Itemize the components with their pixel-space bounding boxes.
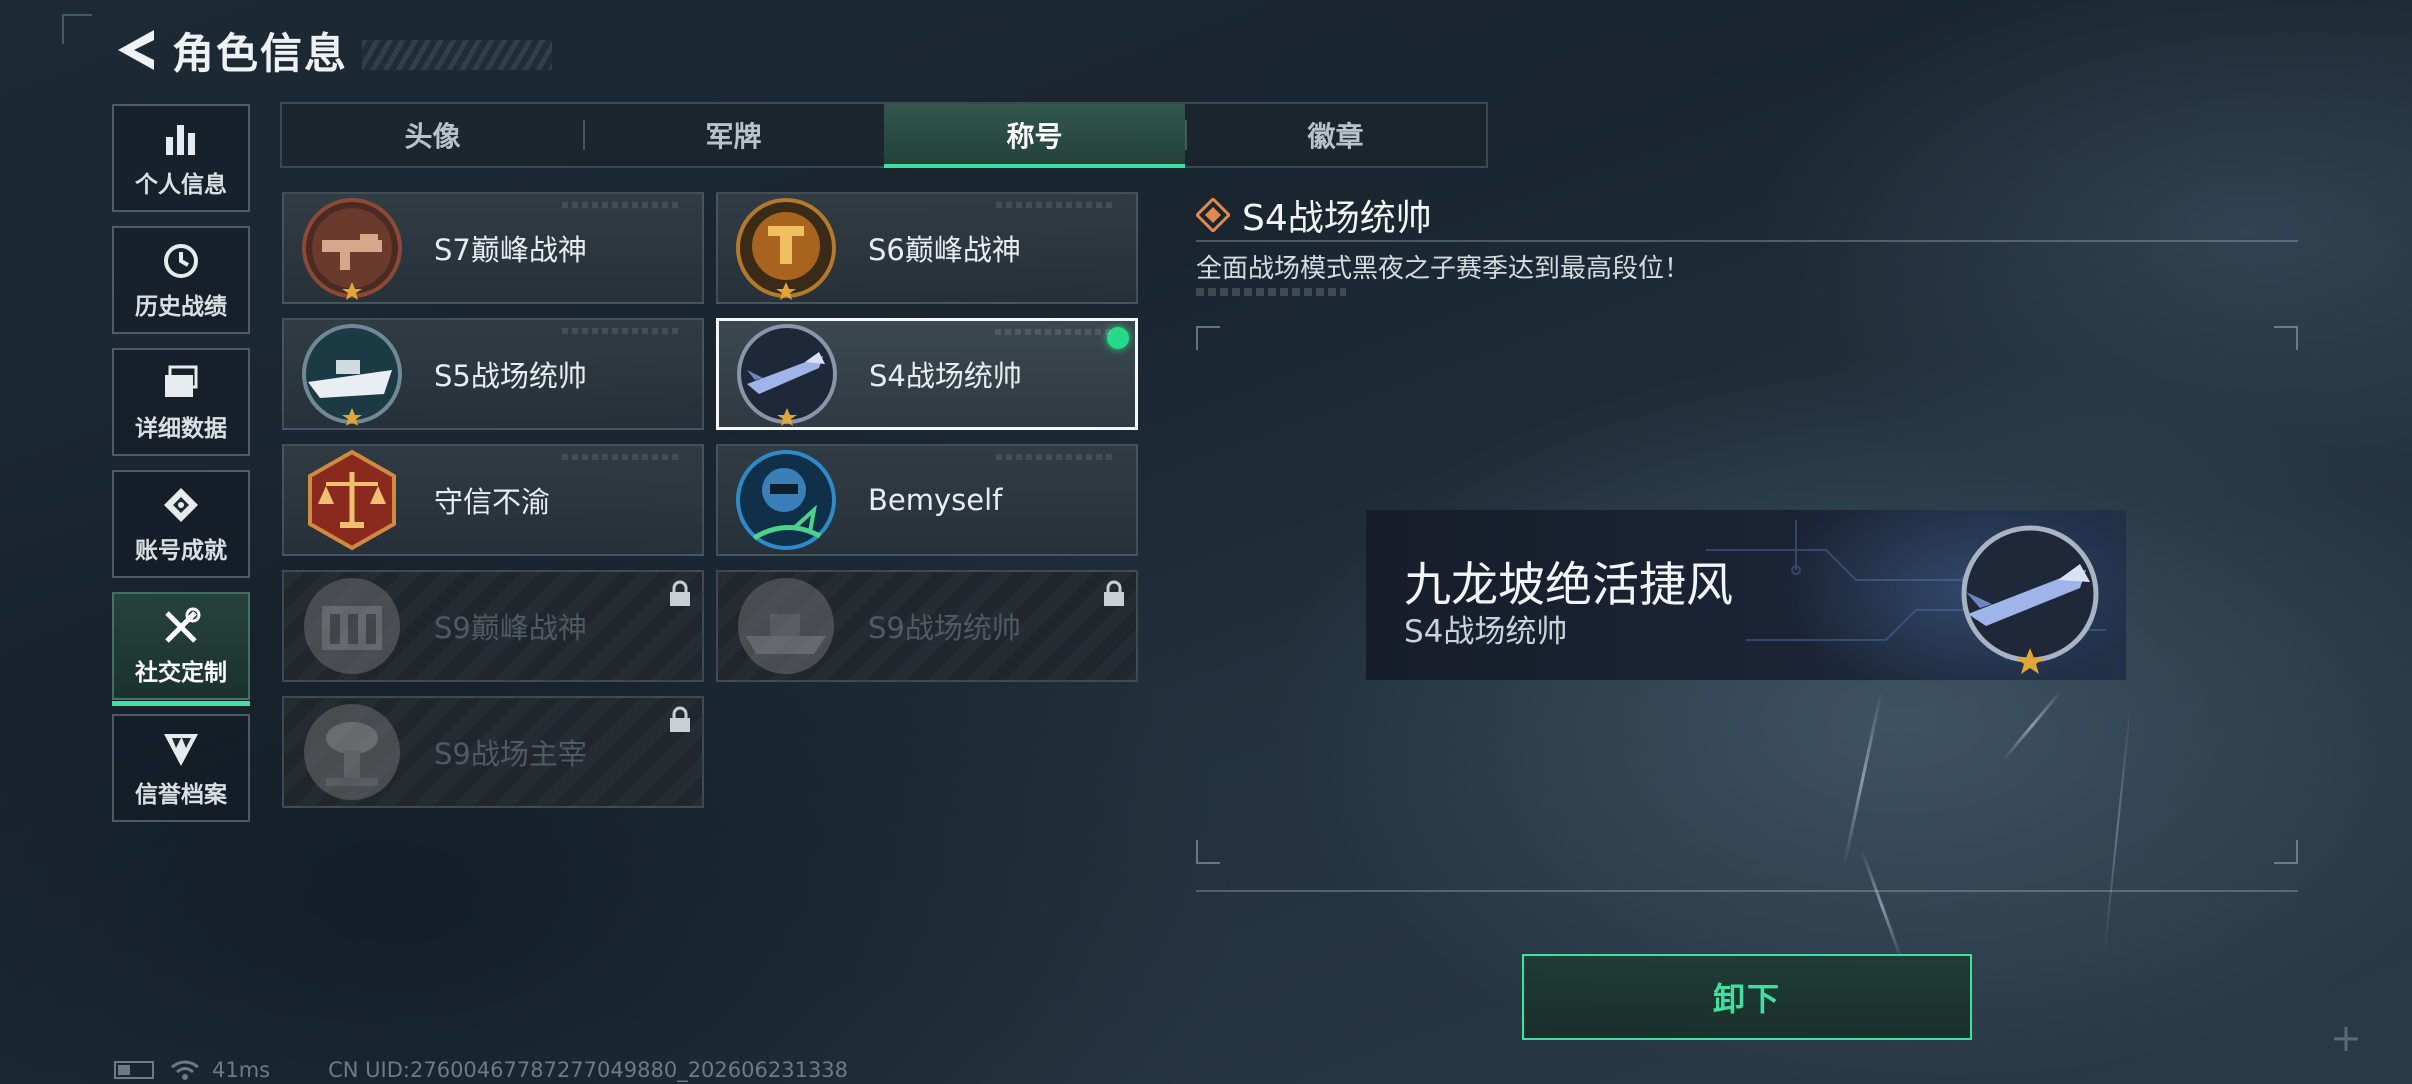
emblem-mushroom-cloud-icon [300,700,404,804]
card-decoration [562,202,682,208]
tools-icon [159,605,203,649]
sidebar-item-detailed-data[interactable]: 详细数据 [112,348,250,456]
title-name: Bemyself [868,483,1003,517]
card-decoration [996,454,1116,460]
title-card-s9-dominator[interactable]: S9战场主宰 [282,696,704,808]
unequip-button[interactable]: 卸下 [1522,954,1972,1040]
uid-text: CN UID:27600467787277049880_202606231338 [328,1058,849,1082]
status-bar: 41ms CN UID:27600467787277049880_2026062… [114,1058,848,1082]
sidebar-item-credit-record[interactable]: 信誉档案 [112,714,250,822]
back-arrow-icon [118,30,154,70]
tab-bar: 头像 军牌 称号 徽章 [280,102,1488,168]
detail-title: S4战场统帅 [1242,198,1432,239]
card-decoration [995,329,1115,335]
tab-badge[interactable]: 徽章 [1185,104,1486,166]
sidebar-item-social-custom[interactable]: 社交定制 [112,592,250,706]
emblem-missile-icon [735,322,839,426]
emblem-ship-icon [300,322,404,426]
diamond-icon [1196,198,1230,232]
card-decoration [562,328,682,334]
preview-divider [1196,890,2298,892]
banner-title: S4战场统帅 [1404,614,1568,650]
sidebar-item-label: 社交定制 [135,660,227,686]
title-card-s7-peak[interactable]: S7巅峰战神 [282,192,704,304]
title-card-s9-peak[interactable]: S9巅峰战神 [282,570,704,682]
title-card-keep-promise[interactable]: 守信不渝 [282,444,704,556]
preview-frame-corner [1196,326,1220,350]
detail-description: 全面战场模式黑夜之子赛季达到最高段位！ [1196,254,1691,284]
title-name: S5战场统帅 [434,359,587,393]
emblem-weapon-icon [300,196,404,300]
page-title: 角色信息 [172,28,349,78]
title-card-s6-peak[interactable]: S6巅峰战神 [716,192,1138,304]
title-name: S4战场统帅 [869,359,1022,393]
preview-frame-corner [1196,840,1220,864]
crosshair-decoration: + [2330,1016,2362,1060]
tab-dogtag[interactable]: 军牌 [583,104,884,166]
title-name: 守信不渝 [434,485,551,519]
title-name: S9战场主宰 [434,737,587,771]
corner-decoration [62,14,92,44]
lock-icon [668,706,692,734]
card-decoration [996,202,1116,208]
unequip-label: 卸下 [1712,980,1781,1018]
emblem-laurel-icon [734,196,838,300]
emblem-soldier-icon [734,448,838,552]
title-card-s9-marshal[interactable]: S9战场统帅 [716,570,1138,682]
sidebar-item-label: 历史战绩 [135,294,227,320]
achievement-icon [159,483,203,527]
credit-shield-icon [159,727,203,771]
lock-icon [1102,580,1126,608]
card-decoration [562,454,682,460]
sidebar-item-personal-info[interactable]: 个人信息 [112,104,250,212]
title-card-bemyself[interactable]: Bemyself [716,444,1138,556]
sidebar-item-label: 详细数据 [135,416,227,442]
banner-player-name: 九龙坡绝活捷风 [1404,558,1733,613]
tab-avatar[interactable]: 头像 [282,104,583,166]
sidebar-item-label: 个人信息 [135,172,227,198]
title-banner-preview: 九龙坡绝活捷风 S4战场统帅 [1366,510,2126,680]
title-name: S7巅峰战神 [434,233,587,267]
back-button[interactable] [110,25,160,75]
wifi-icon [171,1060,199,1080]
sidebar-item-label: 账号成就 [135,538,227,564]
emblem-missile-icon [1950,518,2110,678]
title-name: S9巅峰战神 [434,611,587,645]
title-card-s4-marshal[interactable]: S4战场统帅 [716,318,1138,430]
detail-decoration [1196,288,1346,296]
emblem-warship-icon [734,574,838,678]
title-name: S6巅峰战神 [868,233,1021,267]
title-card-s5-marshal[interactable]: S5战场统帅 [282,318,704,430]
header: 角色信息 [110,20,553,80]
lock-icon [668,580,692,608]
title-name: S9战场统帅 [868,611,1021,645]
emblem-fortress-icon [300,574,404,678]
detail-header: S4战场统帅 [1196,190,2298,242]
preview-frame-corner [2274,840,2298,864]
sidebar-item-history[interactable]: 历史战绩 [112,226,250,334]
sidebar: 个人信息 历史战绩 详细数据 账号成就 社交定制 信誉档案 [112,104,250,836]
sidebar-item-achievements[interactable]: 账号成就 [112,470,250,578]
emblem-scales-icon [300,448,404,552]
ping-value: 41ms [212,1058,271,1082]
title-decoration [362,40,553,70]
folder-icon [159,361,203,405]
battery-icon [114,1061,154,1079]
history-clock-icon [159,239,203,283]
bar-chart-icon [159,117,203,161]
sidebar-item-label: 信誉档案 [135,782,227,808]
tab-title[interactable]: 称号 [884,104,1185,168]
preview-frame-corner [2274,326,2298,350]
